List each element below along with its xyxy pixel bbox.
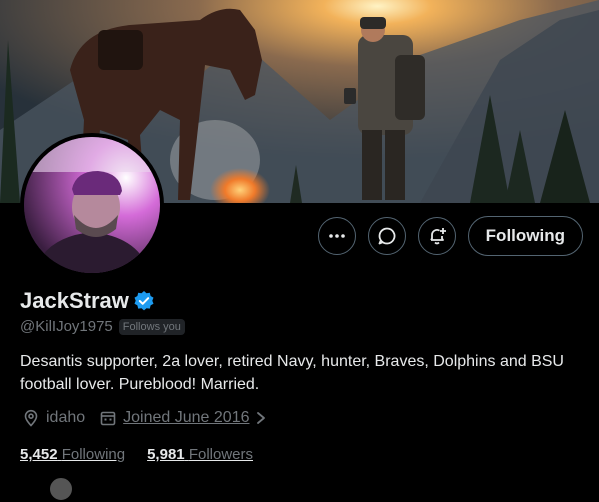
more-horizontal-icon bbox=[328, 234, 345, 238]
message-button[interactable] bbox=[367, 217, 406, 255]
location-pin-icon bbox=[24, 409, 38, 427]
profile-actions: Following bbox=[317, 216, 583, 256]
joined-item[interactable]: Joined June 2016 bbox=[99, 409, 267, 427]
display-name: JackStraw bbox=[20, 288, 129, 313]
followed-by-avatar[interactable] bbox=[48, 476, 74, 502]
avatar-image bbox=[24, 137, 160, 273]
verified-badge-icon[interactable] bbox=[133, 290, 155, 312]
follows-you-badge: Follows you bbox=[118, 318, 185, 335]
followers-label: Followers bbox=[188, 446, 253, 463]
calendar-icon bbox=[100, 411, 116, 426]
following-stat[interactable]: 5,452 Following bbox=[20, 446, 125, 463]
location-text: idaho bbox=[46, 409, 86, 426]
following-button[interactable]: Following bbox=[467, 216, 583, 256]
followers-stat[interactable]: 5,981 Followers bbox=[147, 446, 253, 463]
location-item: idaho bbox=[22, 409, 85, 427]
user-handle: @KilIJoy1975 bbox=[20, 318, 113, 335]
handle-row: @KilIJoy1975 Follows you bbox=[20, 318, 185, 335]
following-count: 5,452 bbox=[20, 446, 58, 463]
more-button[interactable] bbox=[317, 217, 356, 255]
notify-button[interactable] bbox=[417, 217, 456, 255]
follow-stats: 5,452 Following 5,981 Followers bbox=[20, 446, 253, 463]
joined-date[interactable]: Joined June 2016 bbox=[123, 409, 249, 427]
profile-meta: idaho Joined June 2016 bbox=[22, 409, 267, 427]
followers-count: 5,981 bbox=[147, 446, 185, 463]
bell-plus-icon bbox=[429, 228, 446, 245]
profile-avatar[interactable] bbox=[20, 133, 164, 277]
chevron-right-icon bbox=[257, 412, 266, 424]
following-label: Following bbox=[61, 446, 126, 463]
message-bubble-icon bbox=[378, 227, 396, 245]
profile-bio: Desantis supporter, 2a lover, retired Na… bbox=[20, 353, 564, 393]
display-name-row: JackStraw bbox=[20, 288, 155, 314]
